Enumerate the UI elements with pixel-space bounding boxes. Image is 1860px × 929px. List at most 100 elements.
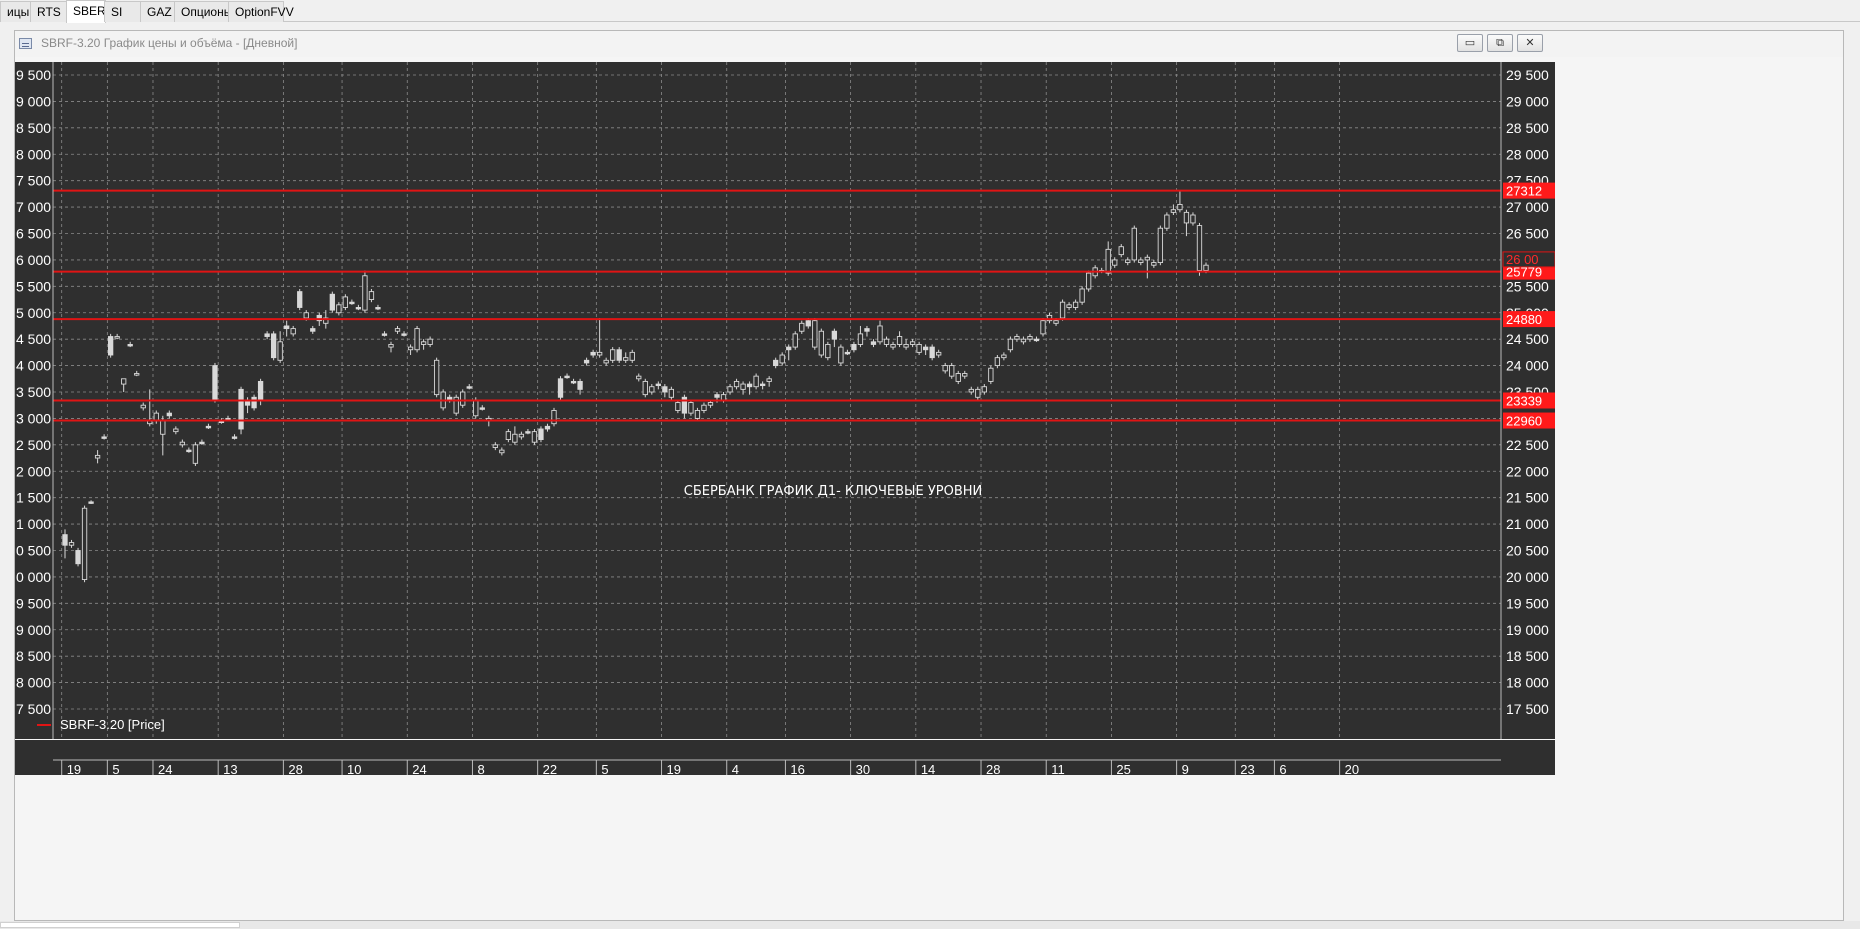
candle[interactable]: [531, 428, 538, 445]
candle-body: [616, 349, 622, 361]
candle[interactable]: [792, 331, 798, 350]
candle[interactable]: [616, 347, 622, 363]
level-price-label: 24880: [1506, 312, 1542, 327]
y-tick-label-right: 22 000: [1506, 463, 1549, 479]
candle[interactable]: [557, 376, 564, 400]
candle[interactable]: [949, 362, 955, 379]
candle-body: [414, 328, 420, 351]
candle-body: [1085, 272, 1092, 290]
minimize-button[interactable]: ▭: [1457, 34, 1483, 52]
candle[interactable]: [1007, 336, 1014, 353]
candle[interactable]: [192, 442, 199, 466]
tab-si[interactable]: SI: [104, 1, 142, 22]
tab-ицы[interactable]: ицы: [0, 1, 32, 22]
candle[interactable]: [642, 378, 648, 398]
candle[interactable]: [825, 341, 831, 361]
candle[interactable]: [81, 505, 88, 583]
candle[interactable]: [107, 333, 114, 358]
candle[interactable]: [1079, 286, 1085, 305]
candle-body: [1020, 338, 1027, 343]
x-day-label: 9: [1182, 762, 1189, 775]
candle[interactable]: [238, 386, 244, 435]
candle[interactable]: [212, 362, 218, 403]
candle[interactable]: [414, 325, 420, 353]
window-titlebar[interactable]: SBRF-3.20 График цены и объёма - [Дневно…: [15, 31, 1843, 57]
candle-body: [231, 436, 238, 439]
x-day-label: 10: [347, 762, 361, 775]
candle-body: [368, 291, 375, 300]
candle[interactable]: [988, 365, 994, 385]
candle[interactable]: [1131, 225, 1137, 263]
candle[interactable]: [551, 407, 557, 427]
candle[interactable]: [538, 426, 544, 443]
candle-body: [890, 344, 896, 348]
candle-body: [968, 388, 974, 393]
candle[interactable]: [929, 344, 935, 361]
candle-body: [773, 359, 779, 367]
candle-body: [407, 346, 414, 351]
candle[interactable]: [753, 373, 759, 390]
tab-gaz[interactable]: GAZ: [140, 1, 176, 22]
tab-rts[interactable]: RTS: [30, 1, 68, 22]
candle[interactable]: [1085, 270, 1092, 292]
y-tick-label-right: 19 500: [1506, 595, 1549, 611]
y-tick-label-right: 20 500: [1506, 543, 1549, 559]
y-tick-label-right: 20 000: [1506, 569, 1549, 585]
maximize-button[interactable]: ⧉: [1487, 34, 1513, 52]
tab-опционы[interactable]: Опционы: [174, 1, 232, 22]
candle[interactable]: [329, 291, 335, 313]
candle-body: [1157, 227, 1164, 264]
close-button[interactable]: ✕: [1517, 34, 1543, 52]
candle-body: [303, 312, 309, 319]
candle-body: [577, 380, 583, 390]
candle[interactable]: [297, 288, 303, 311]
x-day-label: 8: [477, 762, 484, 775]
scrollbar-thumb[interactable]: [0, 922, 240, 928]
instrument-tab-bar: ицы RTS SBER SI GAZ Опционы OptionFVV: [0, 0, 1860, 23]
candle-body: [896, 336, 903, 345]
candle[interactable]: [460, 389, 466, 408]
candle-body: [988, 367, 994, 382]
candle[interactable]: [688, 399, 694, 416]
candle-body: [1040, 320, 1046, 335]
x-day-label: 24: [412, 762, 426, 775]
candle[interactable]: [1059, 299, 1066, 321]
candle-body: [349, 301, 355, 305]
candle[interactable]: [818, 328, 824, 358]
candle[interactable]: [75, 547, 81, 567]
candle-body: [388, 344, 394, 348]
y-tick-label-left: 7 500: [16, 173, 51, 189]
candle[interactable]: [433, 357, 440, 398]
x-day-label: 30: [856, 762, 870, 775]
candle[interactable]: [453, 394, 459, 416]
candle-body: [68, 542, 75, 546]
candle[interactable]: [610, 347, 616, 363]
candle[interactable]: [362, 270, 368, 313]
candle-body: [1112, 259, 1118, 266]
candle-body: [603, 359, 609, 364]
plot-area[interactable]: [15, 62, 1553, 739]
current-price-label: 26 00: [1506, 252, 1539, 267]
candle-body: [518, 433, 525, 438]
candle-body: [1125, 259, 1131, 264]
candle[interactable]: [838, 344, 844, 366]
candle-body: [329, 293, 335, 311]
price-chart[interactable]: 9 500 29 500 9 000 29 000 8 500 28 500 8 000 28…: [15, 57, 1555, 775]
x-day-label: 16: [790, 762, 804, 775]
candle[interactable]: [1164, 212, 1170, 231]
legend-label: SBRF-3.20 [Price]: [60, 717, 165, 732]
candle[interactable]: [1040, 318, 1046, 337]
candle-body: [512, 433, 518, 443]
candle-body: [981, 386, 987, 393]
horizontal-scrollbar[interactable]: [0, 921, 1860, 929]
candle[interactable]: [1196, 222, 1203, 276]
candle[interactable]: [812, 318, 818, 350]
candle[interactable]: [342, 294, 349, 311]
candle[interactable]: [270, 331, 277, 361]
candle[interactable]: [251, 394, 257, 411]
level-price-label: 23339: [1506, 394, 1542, 409]
tab-optionfvv[interactable]: OptionFVV: [228, 1, 294, 22]
candle-body: [851, 344, 857, 351]
candle[interactable]: [1157, 225, 1164, 266]
tab-sber[interactable]: SBER: [66, 0, 106, 23]
